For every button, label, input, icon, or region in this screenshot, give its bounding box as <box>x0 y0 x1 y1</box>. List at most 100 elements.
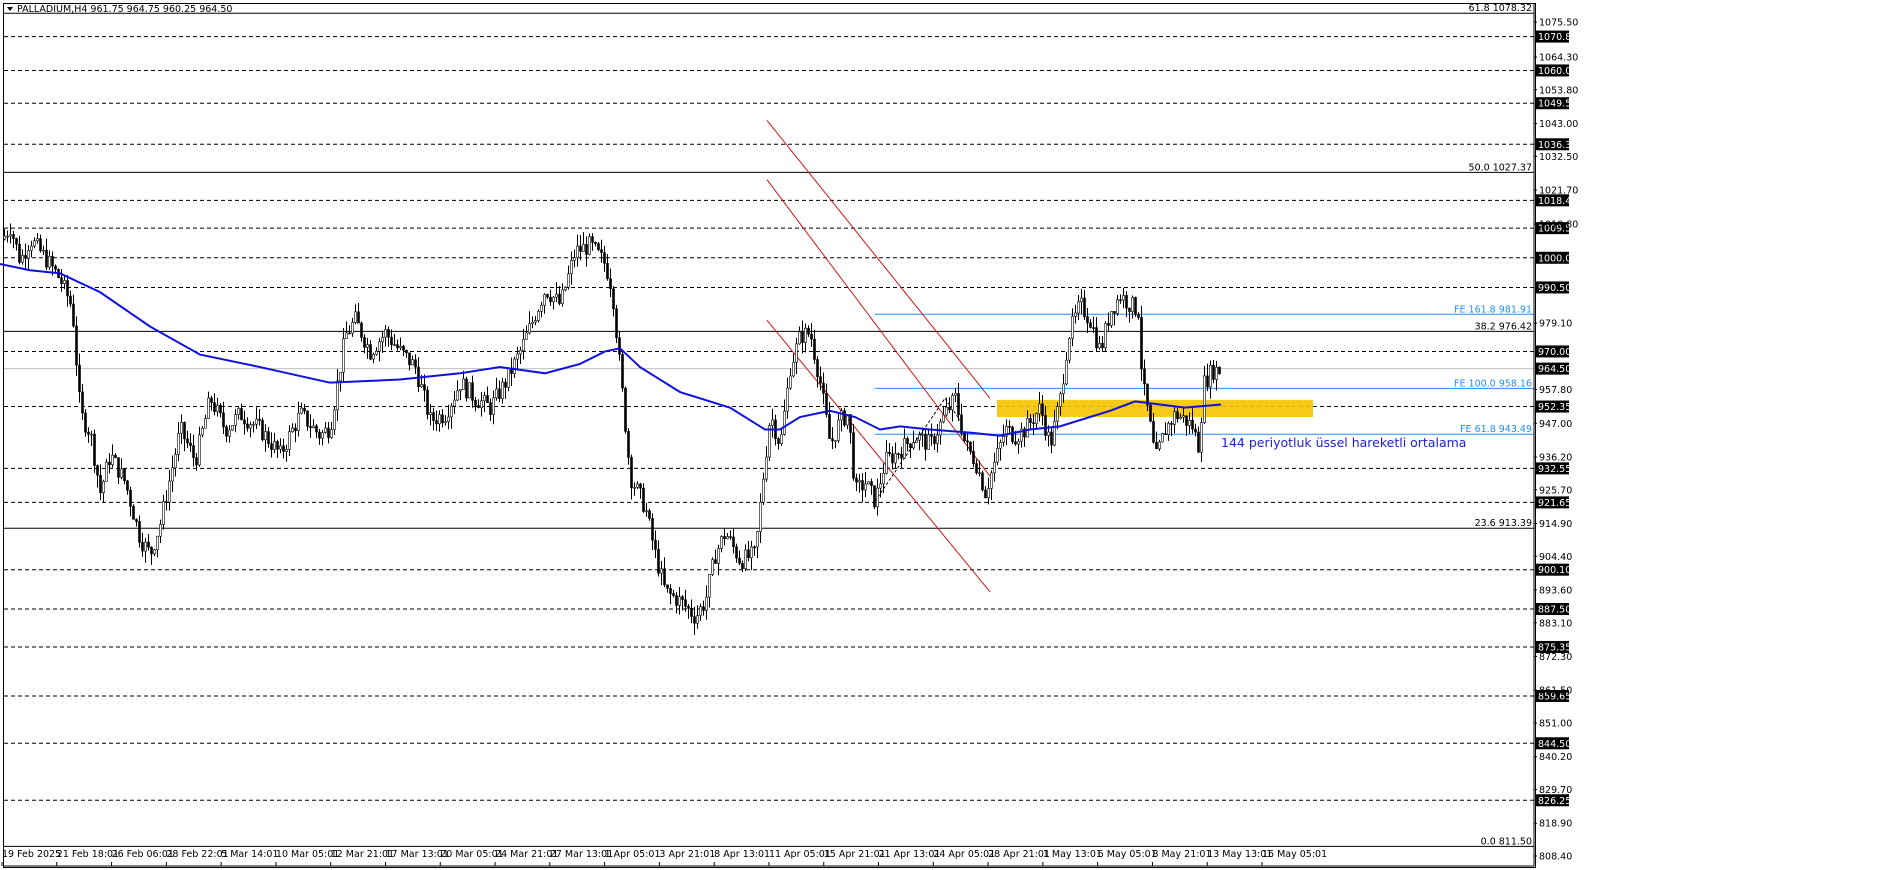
candle-body <box>174 454 177 469</box>
candle-body <box>1029 418 1032 423</box>
candle-body <box>816 359 819 378</box>
candle-body <box>984 489 987 499</box>
candle-body <box>990 472 993 489</box>
candle-body <box>699 606 702 616</box>
candle-body <box>744 549 747 569</box>
candle-body <box>633 487 636 489</box>
candle-body <box>855 477 858 483</box>
candle-body <box>723 536 726 539</box>
candle-body <box>579 245 582 252</box>
y-tick-label: 1010.80 <box>1539 220 1578 231</box>
candle-body <box>198 434 201 466</box>
candle-body <box>669 588 672 594</box>
x-tick-label: 8 Apr 13:01 <box>714 849 770 860</box>
candle-body <box>999 442 1002 449</box>
y-tick-label: 861.50 <box>1539 686 1572 697</box>
candle-body <box>576 245 579 259</box>
candle-body <box>933 436 936 444</box>
candle-body <box>363 337 366 348</box>
candle-body <box>1110 311 1113 326</box>
candle-body <box>237 408 240 415</box>
candle-body <box>120 468 123 478</box>
candle-body <box>612 288 615 310</box>
candle-body <box>414 359 417 368</box>
candle-body <box>267 431 270 444</box>
candle-body <box>1191 419 1194 430</box>
candle-body <box>966 440 969 443</box>
candle-body <box>1215 366 1218 380</box>
candle-body <box>969 441 972 452</box>
candle-body <box>1101 343 1104 349</box>
menu-triangle-icon[interactable] <box>7 7 13 11</box>
candle-body <box>1185 415 1188 426</box>
candle-body <box>885 451 888 474</box>
candle-body <box>873 485 876 508</box>
candle-body <box>1095 327 1098 349</box>
candle-body <box>132 506 135 520</box>
candle-body <box>720 536 723 549</box>
candle-body <box>1053 420 1056 446</box>
candle-body <box>1158 441 1161 450</box>
candle-body <box>48 256 51 268</box>
candle-body <box>834 440 837 442</box>
candle-body <box>171 467 174 482</box>
x-tick-label: 24 Apr 05:01 <box>933 849 995 860</box>
candle-body <box>129 489 132 507</box>
candle-body <box>528 323 531 334</box>
candle-body <box>435 420 438 425</box>
candle-body <box>471 382 474 401</box>
candle-body <box>954 393 957 396</box>
support-zone[interactable] <box>997 399 1313 418</box>
candle-body <box>1203 375 1206 423</box>
y-tick-label: 1021.70 <box>1539 186 1578 197</box>
candle-body <box>492 397 495 415</box>
candle-body <box>798 331 801 345</box>
candle-body <box>609 278 612 290</box>
candle-body <box>1047 431 1050 436</box>
candle-body <box>45 249 48 268</box>
candle-body <box>537 311 540 321</box>
candle-body <box>972 450 975 464</box>
candle-body <box>657 549 660 574</box>
candle-body <box>393 344 396 346</box>
level-tag-label: 1049.50 <box>1538 99 1577 110</box>
candle-body <box>150 546 153 555</box>
candle-body <box>498 388 501 400</box>
candle-body <box>486 395 489 403</box>
candle-body <box>15 238 18 245</box>
candle-body <box>6 235 9 238</box>
y-tick-label: 957.80 <box>1539 385 1572 396</box>
candle-body <box>396 344 399 349</box>
y-tick-label: 925.70 <box>1539 485 1572 496</box>
candle-body <box>426 389 429 415</box>
x-tick-label: 8 May 21:01 <box>1152 849 1211 860</box>
level-tag-label: 844.50 <box>1538 739 1571 750</box>
candle-body <box>813 338 816 360</box>
candle-body <box>72 303 75 327</box>
candle-body <box>408 352 411 366</box>
level-tag-label: 921.65 <box>1538 498 1571 509</box>
candle-body <box>1092 327 1095 329</box>
candle-body <box>729 536 732 538</box>
candle-body <box>906 438 909 445</box>
candle-body <box>915 439 918 443</box>
candle-body <box>513 358 516 374</box>
candle-body <box>1041 403 1044 416</box>
candle-body <box>735 546 738 559</box>
candle-body <box>1074 312 1077 317</box>
candle-body <box>429 412 432 415</box>
candle-body <box>1002 436 1005 443</box>
x-tick-label: 26 Feb 06:01 <box>112 849 174 860</box>
price-chart[interactable]: 61.8 1078.32 50.0 1027.37 38.2 976.42 23.6 … <box>0 0 1904 870</box>
candle-body <box>507 367 510 388</box>
candle-body <box>438 414 441 425</box>
candle-body <box>477 405 480 409</box>
candle-body <box>24 255 27 259</box>
candle-body <box>1044 415 1047 436</box>
descending-channel[interactable] <box>766 120 991 593</box>
candle-body <box>882 473 885 485</box>
candle-body <box>666 584 669 589</box>
candle-body <box>900 453 903 459</box>
level-tag-label: 826.25 <box>1538 796 1571 807</box>
candle-body <box>708 574 711 598</box>
